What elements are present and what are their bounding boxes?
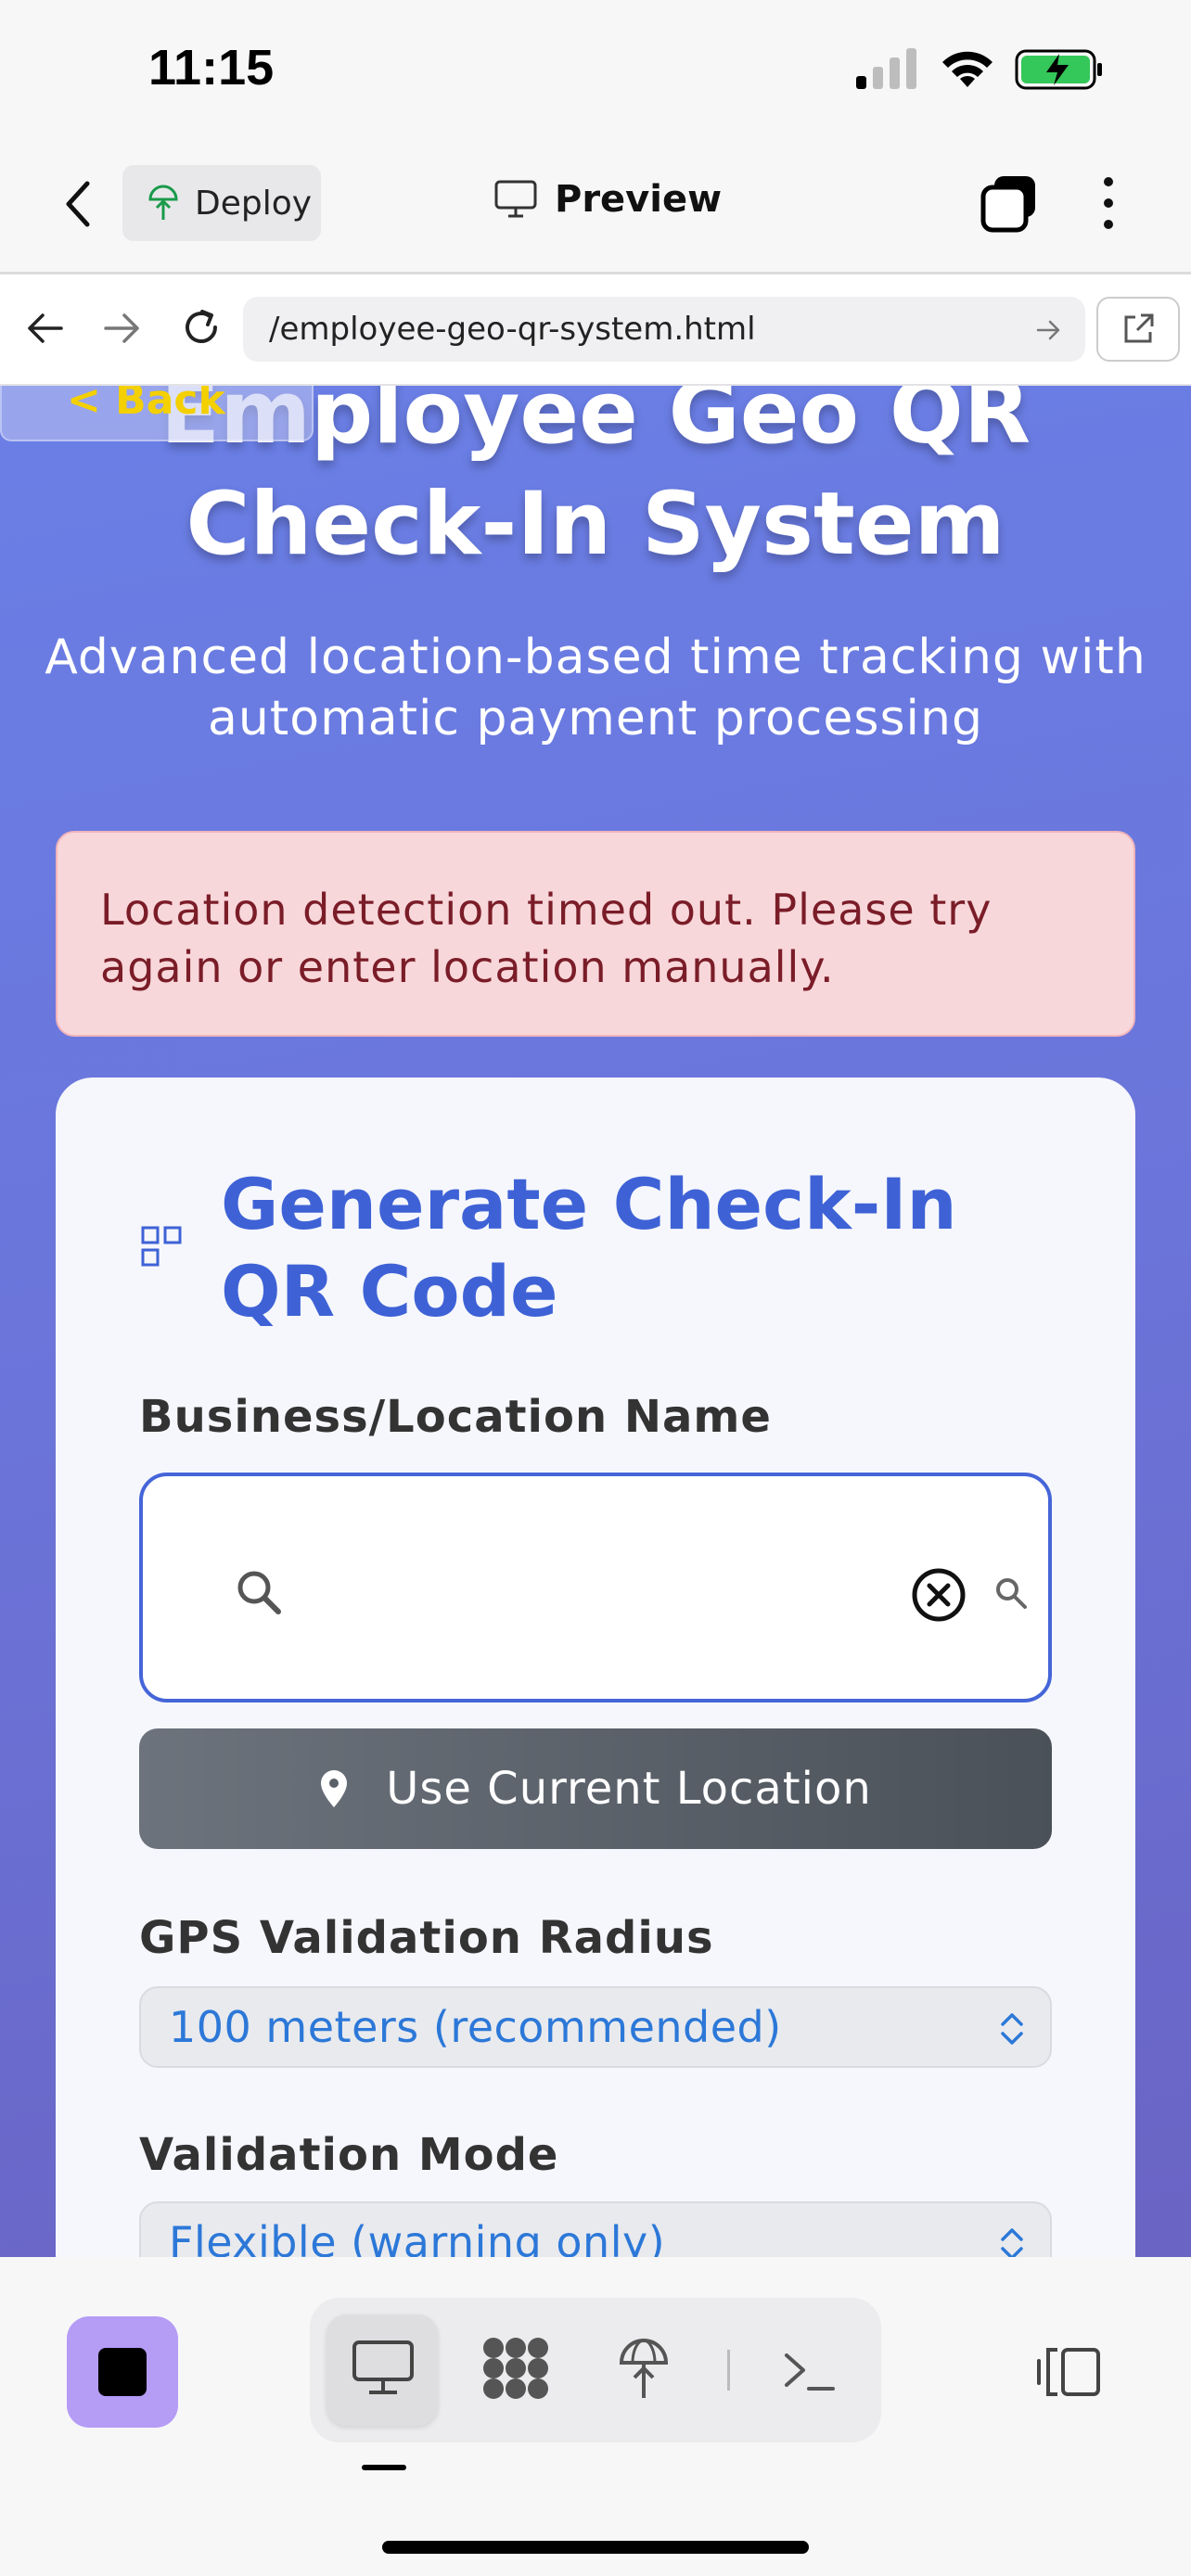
card-title: Generate Check-In QR Code [221,1163,957,1333]
map-pin-icon [321,1770,348,1807]
generate-qr-card: Generate Check-In QR Code Business/Locat… [56,1078,1135,2257]
validation-mode-select[interactable]: Flexible (warning only) [139,2201,1052,2257]
deploy-icon [148,185,178,220]
status-time: 11:15 [148,40,275,96]
clear-circle-icon[interactable] [909,1565,968,1625]
battery-charging-icon [1015,49,1102,90]
terminal-icon[interactable] [781,2346,837,2398]
deploy-button[interactable]: Deploy [122,165,321,241]
url-text: /employee-geo-qr-system.html [269,311,756,348]
qr-code-icon [141,1226,182,1267]
deploy-label: Deploy [195,184,313,223]
gps-radius-label: GPS Validation Radius [139,1912,714,1964]
dots-grid-icon[interactable] [480,2335,551,2402]
search-icon [237,1571,281,1614]
gps-radius-value: 100 meters (recommended) [169,2002,782,2052]
wifi-icon [942,51,992,87]
monitor-icon [494,180,537,218]
validation-mode-value: Flexible (warning only) [169,2217,666,2257]
url-field[interactable]: /employee-geo-qr-system.html [243,297,1085,362]
status-bar: 11:15 [0,0,1191,139]
app-header: Deploy Preview [0,139,1191,274]
divider [727,2350,730,2391]
error-alert: Location detection timed out. Please try… [56,831,1135,1037]
deploy-icon[interactable] [616,2335,672,2402]
back-link[interactable]: < Back [0,386,314,441]
open-external-button[interactable] [1096,297,1180,362]
go-arrow-icon[interactable] [1035,317,1063,343]
tabs-icon[interactable] [980,172,1041,234]
more-options-icon[interactable] [1095,172,1122,234]
search-icon [996,1578,1027,1609]
desktop-icon[interactable] [351,2339,416,2398]
validation-mode-label: Validation Mode [139,2129,559,2181]
use-location-label: Use Current Location [386,1763,872,1815]
cellular-signal-icon [856,48,916,89]
preview-tab[interactable]: Preview [493,178,722,221]
split-layout-icon[interactable] [1035,2344,1102,2400]
chevron-updown-icon [1001,2013,1023,2045]
back-chevron-icon[interactable] [56,176,102,232]
external-link-icon [1124,313,1154,343]
use-current-location-button[interactable]: Use Current Location [139,1728,1052,1849]
active-tab-indicator [362,2465,406,2470]
reload-icon[interactable] [178,304,224,351]
home-indicator [382,2541,809,2554]
business-name-label: Business/Location Name [139,1391,772,1443]
bottom-toolbar [0,2257,1191,2576]
gps-radius-select[interactable]: 100 meters (recommended) [139,1986,1052,2068]
business-name-input[interactable] [291,1550,903,1625]
preview-label: Preview [555,178,723,221]
arrow-right-icon[interactable] [102,310,143,347]
browser-url-bar: /employee-geo-qr-system.html [0,274,1191,386]
web-content: Employee Geo QR Check-In System < Back A… [0,386,1191,2257]
chevron-updown-icon [1001,2228,1023,2257]
page-subtitle: Advanced location-based time tracking wi… [45,630,1146,746]
stop-icon [98,2348,147,2396]
arrow-left-icon[interactable] [24,310,65,347]
stop-button[interactable] [67,2316,178,2428]
view-switcher [310,2298,881,2442]
business-search-box[interactable] [139,1473,1052,1702]
